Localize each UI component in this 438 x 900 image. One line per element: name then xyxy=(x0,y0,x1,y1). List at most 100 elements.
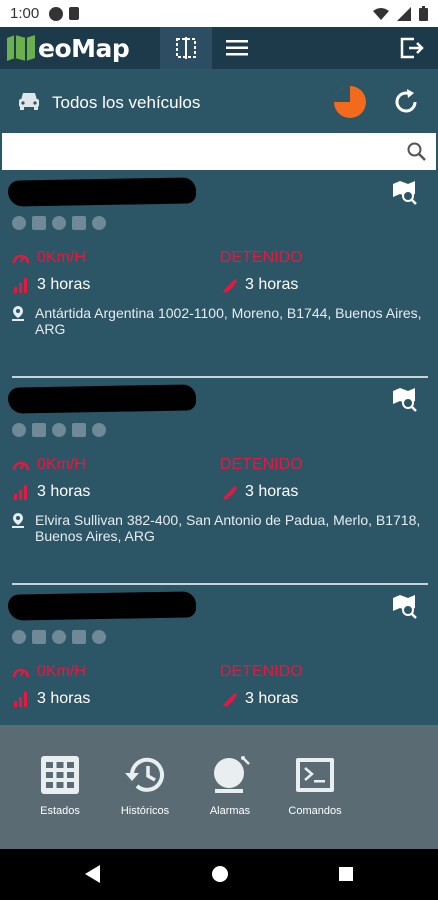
redacted-plate xyxy=(7,591,197,621)
time-value-b: 3 horas xyxy=(245,483,299,500)
dock-alarmas-label: Alarmas xyxy=(209,805,251,817)
address-text: Antártida Argentina 1002-1100, Moreno, B… xyxy=(35,305,422,337)
app-bar: eoMap xyxy=(0,27,438,69)
vehicle-card[interactable]: 0Km/H 3 horas DETENIDO 3 horas Elvira Su… xyxy=(0,378,438,585)
no-signal-icon xyxy=(72,216,86,230)
vehicle-selector[interactable]: Todos los vehículos xyxy=(0,69,438,133)
refresh-icon[interactable] xyxy=(391,87,421,117)
battery-icon xyxy=(419,6,428,21)
speed-readout: 0Km/H xyxy=(12,249,86,267)
app-logo: eoMap xyxy=(6,27,130,69)
state-readout: DETENIDO xyxy=(220,663,303,681)
no-signal-icon xyxy=(72,423,86,437)
map-search-icon[interactable] xyxy=(392,387,418,413)
dock-alarmas-button[interactable]: Alarmas xyxy=(190,755,270,817)
time-value-a: 3 horas xyxy=(37,276,91,293)
ignition-icon xyxy=(12,423,26,437)
tools-icon xyxy=(32,630,46,644)
vehicle-status-icons xyxy=(12,216,106,230)
vehicle-card[interactable]: 0Km/H 3 horas DETENIDO 3 horas Antártida… xyxy=(0,171,438,378)
state-value: DETENIDO xyxy=(220,663,303,680)
search-icon[interactable] xyxy=(407,142,426,161)
speed-value: 0Km/H xyxy=(37,249,86,266)
time-readout-a: 3 horas xyxy=(12,690,90,708)
speed-value: 0Km/H xyxy=(37,663,86,680)
split-view-button[interactable] xyxy=(160,27,212,69)
location-pin-icon xyxy=(12,306,24,321)
logout-button[interactable] xyxy=(396,27,428,69)
state-readout: DETENIDO xyxy=(220,456,303,474)
eye-icon xyxy=(92,630,106,644)
status-time: 1:00 xyxy=(10,5,40,22)
ignition-icon xyxy=(12,630,26,644)
state-value: DETENIDO xyxy=(220,456,303,473)
dock-comandos-label: Comandos xyxy=(288,805,342,817)
vehicle-status-icons xyxy=(12,630,106,644)
dock-comandos-button[interactable]: Comandos xyxy=(275,755,355,817)
time-value-a: 3 horas xyxy=(37,690,91,707)
car-icon xyxy=(19,93,39,110)
terminal-icon xyxy=(296,758,334,792)
vehicle-card[interactable]: 0Km/H 3 horas DETENIDO 3 horas xyxy=(0,585,438,725)
speed-value: 0Km/H xyxy=(37,456,86,473)
vehicle-status-icons xyxy=(12,423,106,437)
speed-readout: 0Km/H xyxy=(12,456,86,474)
dock-estados-label: Estados xyxy=(40,805,80,817)
history-icon xyxy=(125,757,164,792)
recents-icon[interactable] xyxy=(337,864,355,884)
map-search-icon[interactable] xyxy=(392,594,418,620)
split-view-icon xyxy=(176,37,196,59)
time-readout-b: 3 horas xyxy=(220,483,298,501)
home-icon[interactable] xyxy=(210,864,230,884)
alarm-bell-icon xyxy=(214,756,250,793)
state-value: DETENIDO xyxy=(220,249,303,266)
logout-icon xyxy=(400,37,424,59)
status-bar: 1:00 xyxy=(0,0,438,27)
time-readout-b: 3 horas xyxy=(220,690,298,708)
dock-estados-button[interactable]: Estados xyxy=(20,755,100,817)
redacted-plate xyxy=(7,177,197,207)
ignition-key-icon xyxy=(223,486,237,500)
redacted-plate xyxy=(7,384,197,414)
time-readout-b: 3 horas xyxy=(220,276,298,294)
address-text: Elvira Sullivan 382-400, San Antonio de … xyxy=(35,512,421,544)
ignition-key-icon xyxy=(223,693,237,707)
speedometer-icon xyxy=(12,254,30,264)
no-signal-icon xyxy=(72,630,86,644)
vehicle-filter-label: Todos los vehículos xyxy=(52,93,201,112)
signal-bars-icon xyxy=(14,485,27,500)
bottom-dock: Estados Históricos Alarmas Comandos xyxy=(0,725,438,849)
search-input[interactable] xyxy=(2,133,397,170)
ignition-icon xyxy=(12,216,26,230)
time-readout-a: 3 horas xyxy=(12,483,90,501)
time-value-b: 3 horas xyxy=(245,690,299,707)
menu-button[interactable] xyxy=(216,27,258,69)
app-notification-icon xyxy=(49,6,64,21)
signal-bars-icon xyxy=(14,278,27,293)
eye-icon xyxy=(92,423,106,437)
state-readout: DETENIDO xyxy=(220,249,303,267)
signal-bars-icon xyxy=(14,692,27,707)
tools-icon xyxy=(32,423,46,437)
wifi-icon xyxy=(373,7,389,20)
speedometer-icon xyxy=(12,668,30,678)
logo-text: eoMap xyxy=(38,33,130,63)
engine-icon xyxy=(52,630,66,644)
ignition-key-icon xyxy=(223,279,237,293)
back-icon[interactable] xyxy=(83,864,101,884)
dock-historicos-button[interactable]: Históricos xyxy=(105,755,185,817)
hamburger-icon xyxy=(226,40,248,56)
map-search-icon[interactable] xyxy=(392,180,418,206)
tools-icon xyxy=(32,216,46,230)
vehicle-address: Antártida Argentina 1002-1100, Moreno, B… xyxy=(12,305,422,337)
time-value-a: 3 horas xyxy=(37,483,91,500)
sd-card-icon xyxy=(69,7,80,20)
signal-icon xyxy=(397,6,411,21)
speed-readout: 0Km/H xyxy=(12,663,86,681)
grid-table-icon xyxy=(41,756,79,794)
vehicle-address: Elvira Sullivan 382-400, San Antonio de … xyxy=(12,512,422,544)
engine-icon xyxy=(52,423,66,437)
search-bar xyxy=(2,133,436,170)
system-nav-bar xyxy=(0,849,438,900)
map-logo-icon xyxy=(7,35,35,61)
